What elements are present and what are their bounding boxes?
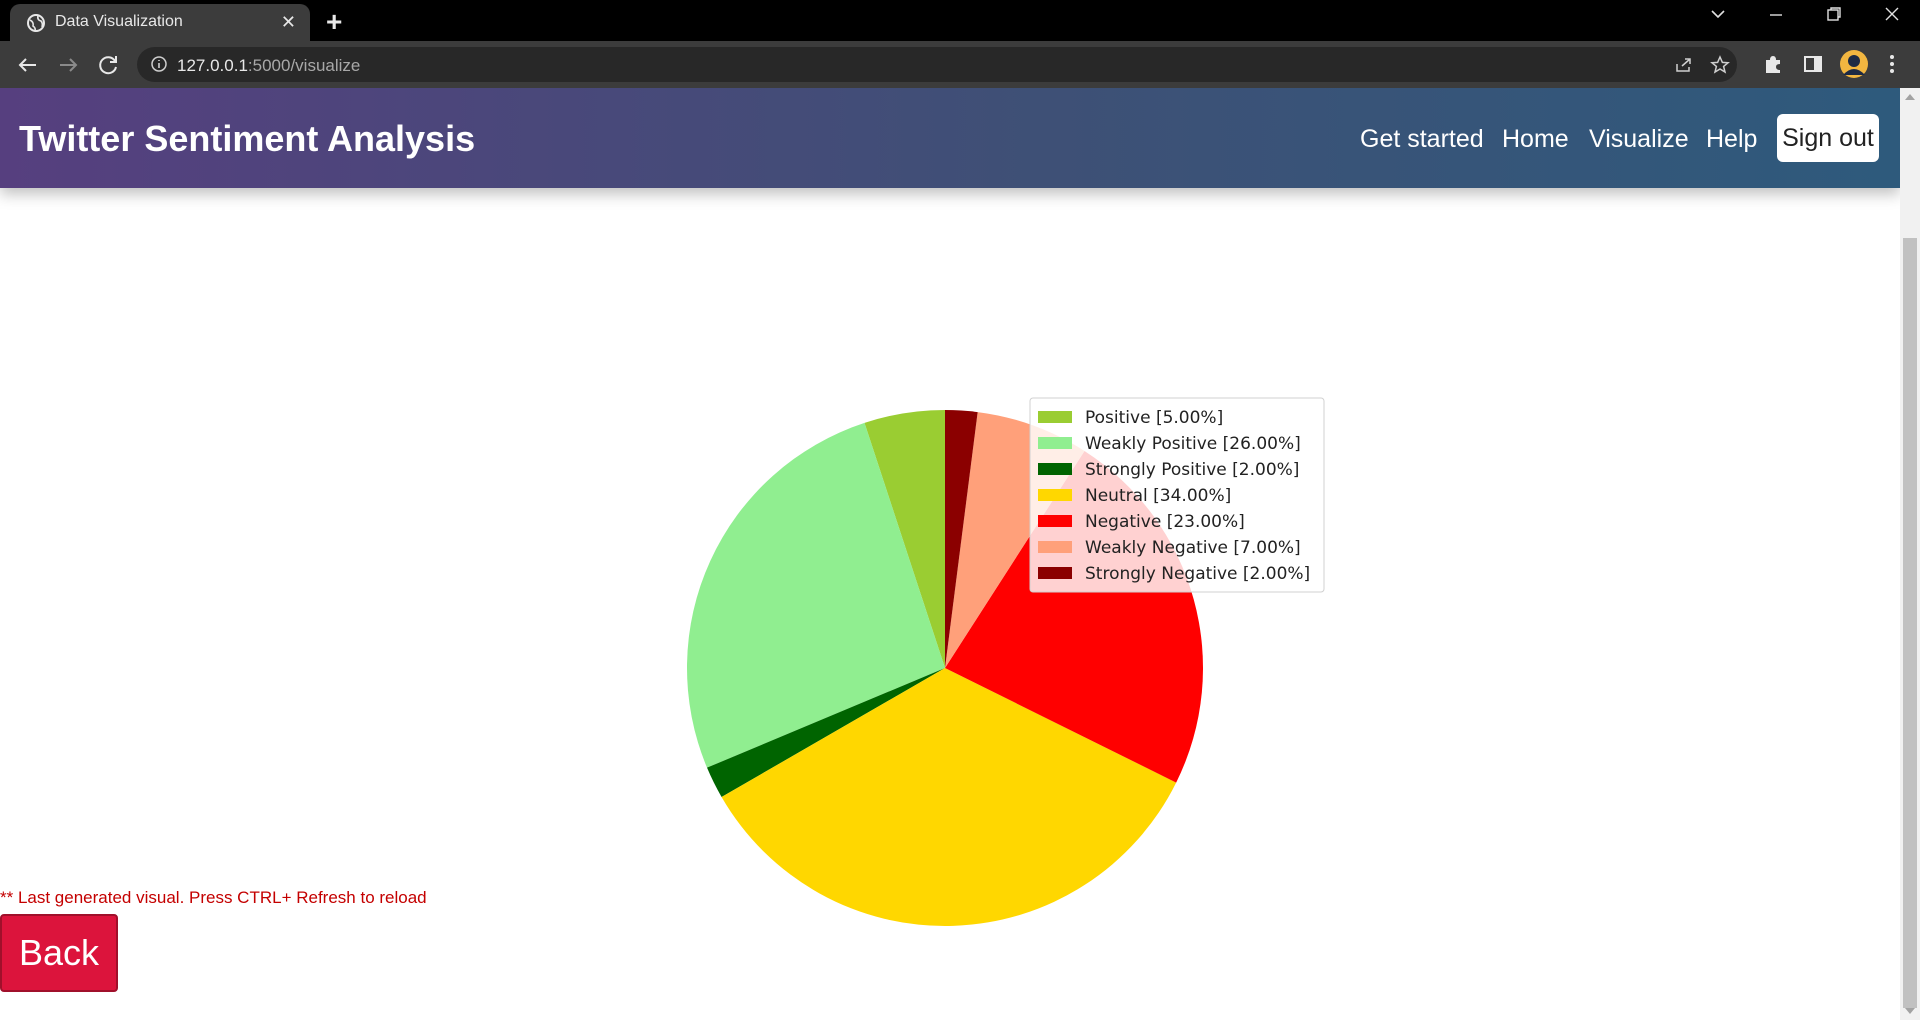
puzzle-icon[interactable] [1762,53,1784,75]
legend-swatch [1038,437,1072,449]
legend-swatch [1038,541,1072,553]
browser-tab-strip: Data Visualization ✕ + [0,0,1920,41]
globe-icon [27,14,45,32]
nav-home[interactable]: Home [1502,125,1569,154]
legend-label: Positive [5.00%] [1085,408,1223,428]
legend-swatch [1038,463,1072,475]
browser-tab[interactable]: Data Visualization ✕ [10,4,310,41]
address-bar[interactable]: 127.0.0.1:5000/visualize [137,47,1737,82]
info-icon[interactable] [150,55,168,73]
tab-title: Data Visualization [55,13,183,30]
minimize-icon[interactable] [1768,6,1784,27]
legend-label: Strongly Negative [2.00%] [1085,564,1310,584]
legend-label: Strongly Positive [2.00%] [1085,460,1299,480]
page-scrollbar[interactable] [1900,88,1920,1020]
back-button[interactable]: Back [0,914,118,992]
legend-swatch [1038,515,1072,527]
legend-label: Neutral [34.00%] [1085,486,1231,506]
nav-get-started[interactable]: Get started [1360,125,1484,154]
sentiment-pie-chart: Positive [5.00%] Weakly Positive [26.00%]… [686,397,1325,926]
scroll-up-arrow[interactable] [1905,94,1915,100]
nav-help[interactable]: Help [1706,125,1757,154]
share-icon[interactable] [1673,55,1693,75]
scroll-down-arrow[interactable] [1905,1008,1915,1014]
url-text: 127.0.0.1:5000/visualize [177,56,361,75]
plus-icon[interactable]: + [326,6,342,38]
nav-visualize[interactable]: Visualize [1589,125,1689,154]
star-icon[interactable] [1710,55,1730,75]
side-panel-icon[interactable] [1802,53,1824,75]
site-title[interactable]: Twitter Sentiment Analysis [19,118,475,160]
legend-label: Negative [23.00%] [1085,512,1245,532]
kebab-menu-icon[interactable] [1886,53,1898,75]
legend-label: Weakly Negative [7.00%] [1085,538,1301,558]
scrollbar-thumb[interactable] [1903,238,1917,1008]
close-icon[interactable]: ✕ [281,12,296,33]
legend-swatch [1038,411,1072,423]
window-close-icon[interactable] [1884,6,1900,27]
legend-swatch [1038,489,1072,501]
chevron-down-icon[interactable] [1710,6,1726,27]
back-arrow-icon[interactable] [14,51,42,79]
legend-swatch [1038,567,1072,579]
forward-arrow-icon[interactable] [54,51,82,79]
restore-icon[interactable] [1826,6,1842,27]
reload-icon[interactable] [94,51,122,79]
legend-label: Weakly Positive [26.00%] [1085,434,1301,454]
avatar[interactable] [1839,49,1869,79]
site-header: Twitter Sentiment Analysis Get started H… [0,88,1900,188]
sign-out-button[interactable]: Sign out [1777,114,1879,162]
last-visual-note: ** Last generated visual. Press CTRL+ Re… [0,888,427,907]
page-viewport: Twitter Sentiment Analysis Get started H… [0,88,1900,1020]
browser-toolbar: 127.0.0.1:5000/visualize [0,41,1920,88]
